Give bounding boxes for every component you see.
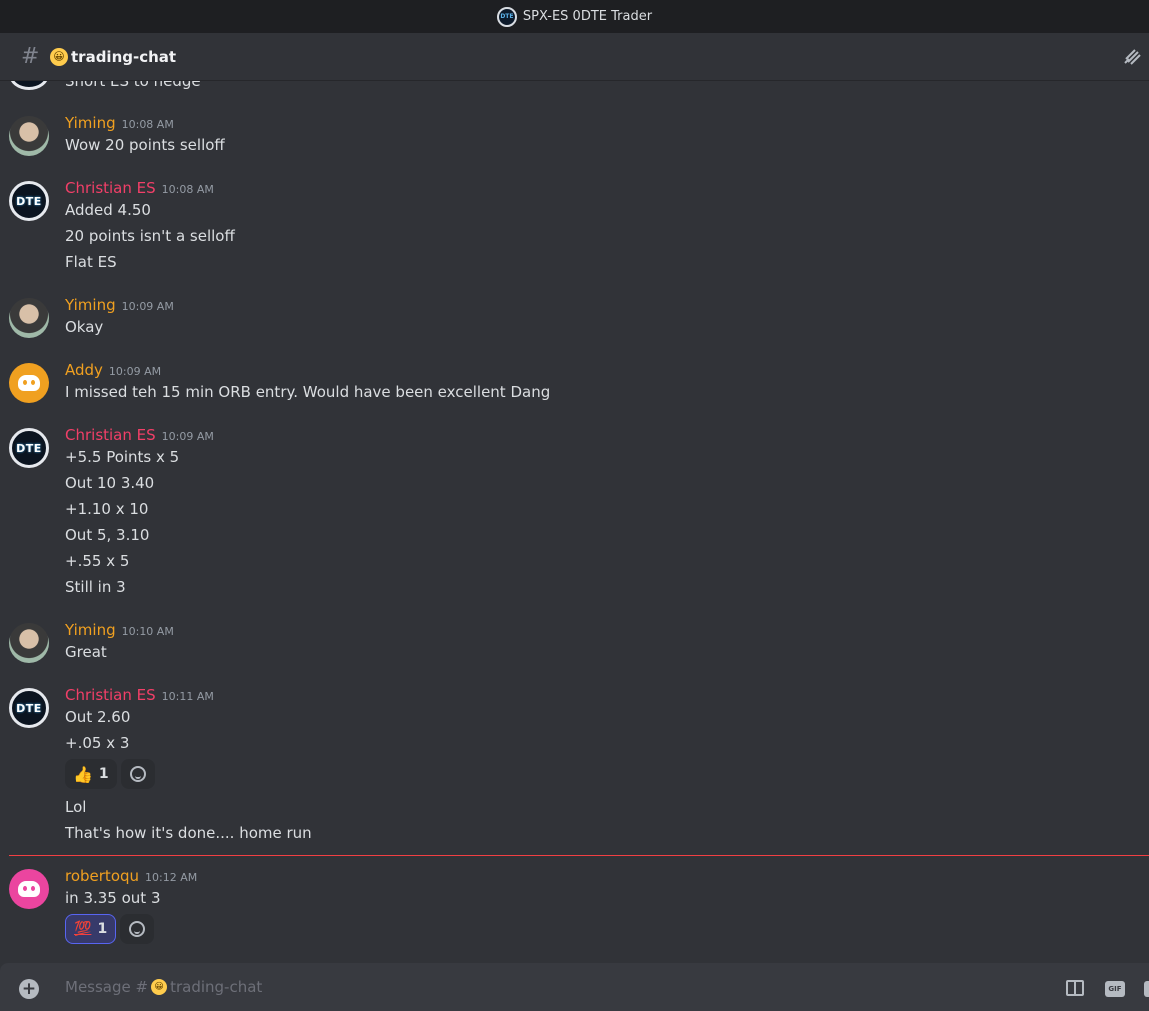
avatar[interactable]: DTE: [9, 181, 49, 221]
avatar[interactable]: DTE: [9, 428, 49, 468]
username-label: Christian ES: [65, 426, 156, 444]
new-messages-divider: [9, 855, 1149, 856]
reaction-count: 1: [98, 766, 109, 782]
window-title: SPX-ES 0DTE Trader: [522, 9, 653, 24]
message-text: Out 5, 3.10: [65, 526, 150, 544]
timestamp: 10:12 AM: [145, 871, 198, 884]
message-text: Still in 3: [65, 578, 126, 596]
grinning-emoji-icon: 😀: [50, 47, 68, 66]
timestamp: 10:08 AM: [161, 183, 214, 196]
avatar[interactable]: [9, 298, 49, 338]
thumbs-up-icon: 👍: [73, 764, 93, 784]
username-label: Christian ES: [65, 179, 156, 197]
discord-icon: [18, 881, 40, 897]
add-reaction-icon: [129, 921, 146, 937]
plus-icon[interactable]: +: [19, 979, 39, 999]
avatar[interactable]: [9, 623, 49, 663]
username-label: Addy: [65, 361, 103, 379]
timestamp: 10:11 AM: [161, 690, 214, 703]
message-text: +5.5 Points x 5: [65, 448, 180, 466]
reactions: 👍 1: [65, 759, 155, 789]
timestamp: 10:10 AM: [121, 625, 174, 638]
avatar[interactable]: [9, 363, 49, 403]
message-text: 20 points isn't a selloff: [65, 227, 235, 245]
reactions: 💯 1: [65, 914, 155, 944]
message-text: Flat ES: [65, 253, 117, 271]
reaction-count: 1: [97, 921, 108, 937]
timestamp: 10:09 AM: [161, 430, 214, 443]
username[interactable]: robertoqu 10:12 AM: [65, 867, 197, 885]
server-icon: DTE: [496, 6, 517, 27]
username-label: Yiming: [65, 296, 116, 314]
gift-icon[interactable]: [1066, 980, 1084, 996]
message-text: Wow 20 points selloff: [65, 136, 225, 154]
message-composer[interactable]: + Message # 😀 trading-chat GIF: [0, 963, 1149, 1011]
message-text: Out 2.60: [65, 708, 131, 726]
grinning-emoji-icon: 😀: [151, 979, 168, 995]
message-text: Out 10 3.40: [65, 474, 155, 492]
message-text: Great: [65, 643, 107, 661]
message-text: Short ES to hedge: [65, 81, 201, 90]
add-reaction-button[interactable]: [120, 759, 155, 789]
timestamp: 10:09 AM: [121, 300, 174, 313]
avatar-label: DTE: [16, 194, 42, 208]
username-label: robertoqu: [65, 867, 140, 885]
message-text: in 3.35 out 3: [65, 889, 161, 907]
avatar[interactable]: [9, 869, 49, 909]
reaction-thumbs-up[interactable]: 👍 1: [65, 759, 117, 789]
username[interactable]: Christian ES 10:11 AM: [65, 686, 214, 704]
message-text: Added 4.50: [65, 201, 151, 219]
window-titlebar: DTE SPX-ES 0DTE Trader: [0, 0, 1149, 33]
username[interactable]: Christian ES 10:08 AM: [65, 179, 214, 197]
placeholder-channel: trading-chat: [170, 978, 263, 996]
threads-icon[interactable]: [1123, 47, 1143, 67]
timestamp: 10:08 AM: [121, 118, 174, 131]
username[interactable]: Yiming 10:09 AM: [65, 296, 174, 314]
add-reaction-icon: [129, 766, 146, 782]
message-input[interactable]: Message # 😀 trading-chat: [65, 978, 262, 996]
avatar-label: DTE: [16, 441, 42, 455]
message-list[interactable]: Short ES to hedge Yiming 10:08 AM Wow 20 …: [0, 81, 1149, 961]
channel-header: # 😀 trading-chat: [0, 33, 1149, 81]
username[interactable]: Christian ES 10:09 AM: [65, 426, 214, 444]
message-text: +.05 x 3: [65, 734, 130, 752]
channel-name: trading-chat: [71, 47, 177, 66]
placeholder-prefix: Message #: [65, 978, 149, 996]
message-text: +1.10 x 10: [65, 500, 149, 518]
hash-icon: #: [21, 44, 40, 69]
discord-icon: [18, 375, 40, 391]
message-text: Okay: [65, 318, 104, 336]
gif-icon[interactable]: GIF: [1105, 981, 1125, 997]
message-text: Lol: [65, 798, 87, 816]
avatar[interactable]: [9, 116, 49, 156]
message-text: I missed teh 15 min ORB entry. Would hav…: [65, 383, 551, 401]
username-label: Yiming: [65, 114, 116, 132]
avatar-label: DTE: [16, 701, 42, 715]
timestamp: 10:09 AM: [108, 365, 162, 378]
sticker-icon[interactable]: [1144, 981, 1149, 997]
hundred-icon: 💯: [74, 921, 92, 937]
message-text: That's how it's done.... home run: [65, 824, 312, 842]
username[interactable]: Yiming 10:10 AM: [65, 621, 174, 639]
message-text: +.55 x 5: [65, 552, 130, 570]
avatar[interactable]: [9, 81, 49, 90]
reaction-hundred[interactable]: 💯 1: [65, 914, 117, 944]
add-reaction-button[interactable]: [120, 914, 155, 944]
avatar[interactable]: DTE: [9, 688, 49, 728]
username-label: Yiming: [65, 621, 116, 639]
username[interactable]: Yiming 10:08 AM: [65, 114, 174, 132]
username[interactable]: Addy 10:09 AM: [65, 361, 161, 379]
username-label: Christian ES: [65, 686, 156, 704]
